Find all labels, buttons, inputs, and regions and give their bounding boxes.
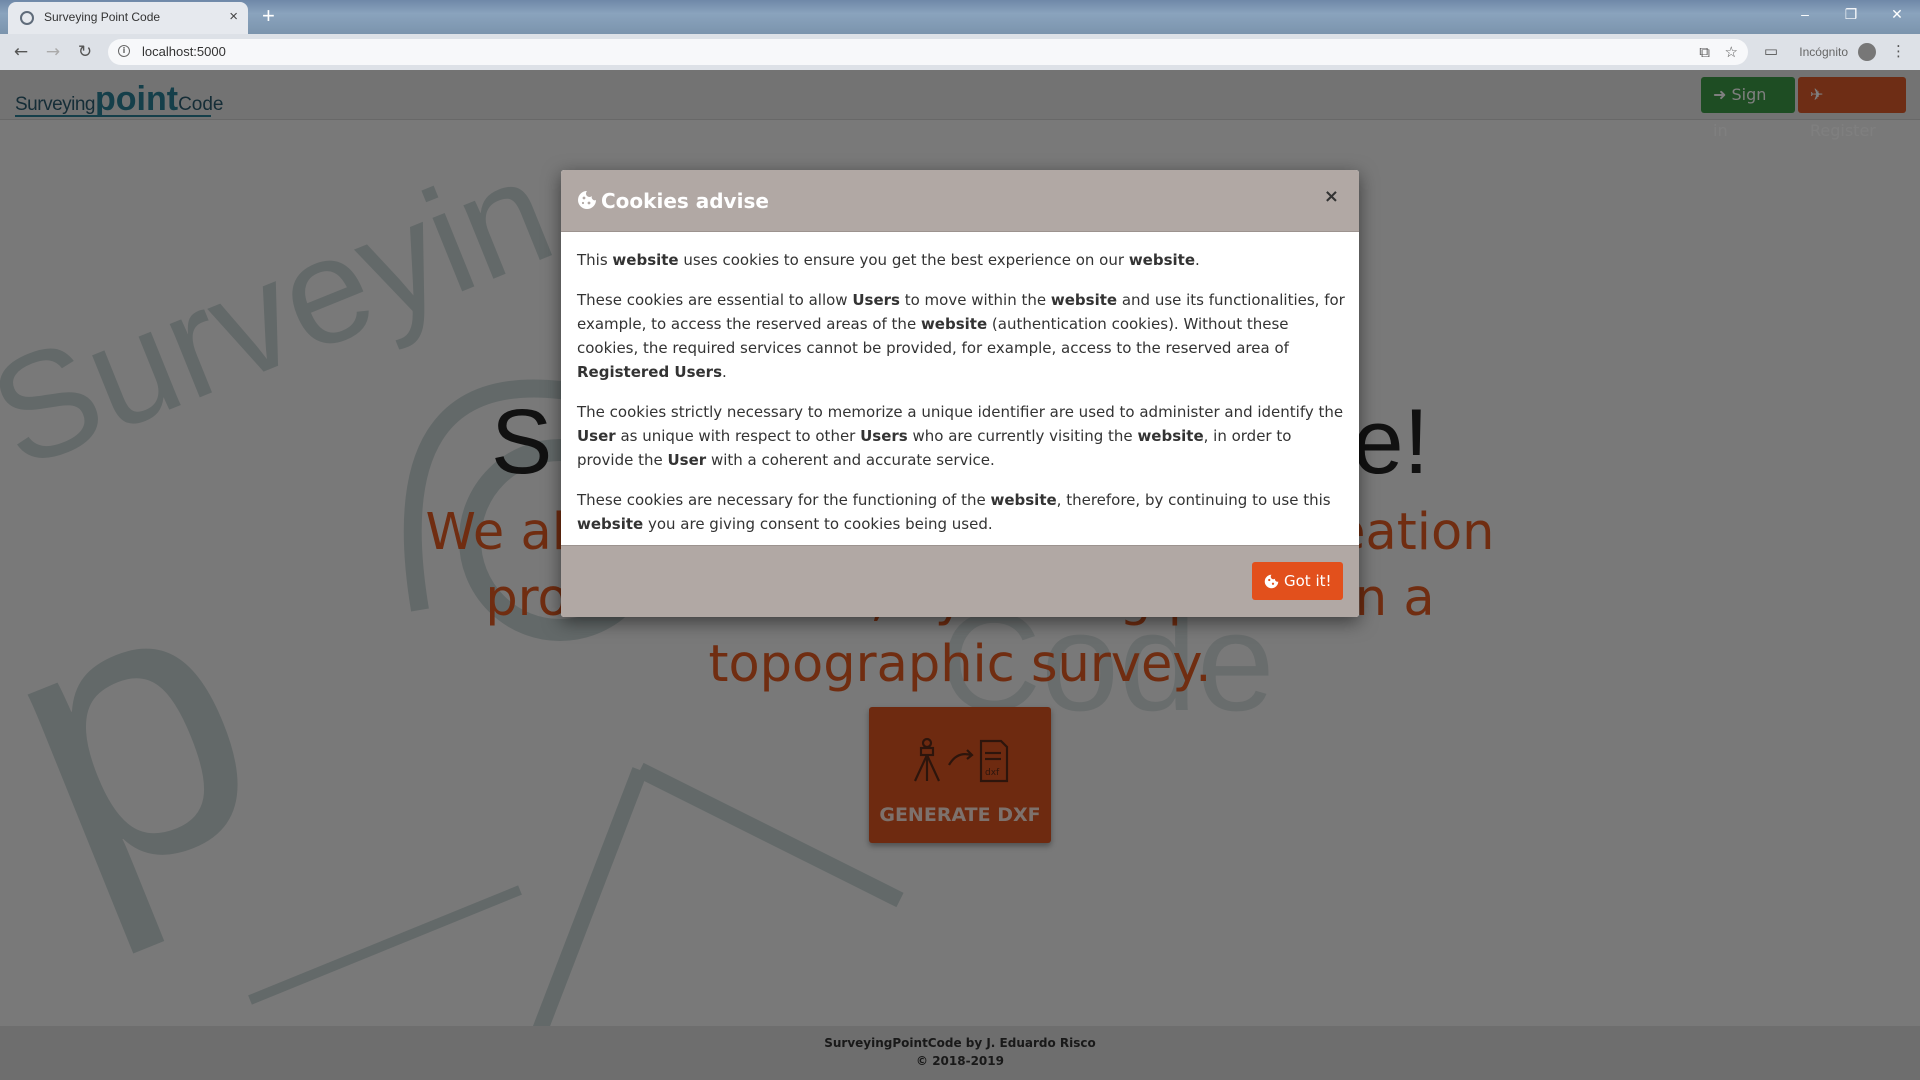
browser-tabstrip: Surveying Point Code × + – ❐ ✕ (0, 0, 1920, 34)
text-run: User (667, 451, 707, 469)
cast-icon[interactable]: ▭ (1764, 42, 1778, 60)
globe-icon (20, 11, 34, 25)
cookie-icon (578, 191, 596, 209)
text-run: The cookies strictly necessary to memori… (577, 403, 1344, 421)
bookmark-star-icon[interactable]: ☆ (1725, 43, 1738, 61)
text-run: website (577, 515, 644, 533)
got-it-label: Got it! (1284, 572, 1332, 590)
cookies-modal: Cookies advise × This website uses cooki… (561, 170, 1359, 617)
text-run: Users (860, 427, 908, 445)
text-run: These cookies are essential to allow (577, 291, 853, 309)
text-run: with a coherent and accurate service. (706, 451, 995, 469)
text-run: you are giving consent to cookies being … (643, 515, 993, 533)
got-it-button[interactable]: Got it! (1252, 562, 1343, 600)
back-arrow-icon[interactable]: ← (10, 41, 32, 63)
address-bar[interactable]: i localhost:5000 ⧉ ☆ (108, 39, 1748, 65)
tab-title: Surveying Point Code (44, 10, 161, 24)
browser-toolbar: ← → ↻ i localhost:5000 ⧉ ☆ ▭ Incógnito ⋮ (0, 34, 1920, 70)
text-run: Registered Users (577, 363, 723, 381)
url-text: localhost:5000 (142, 44, 226, 59)
tab-close-icon[interactable]: × (229, 8, 238, 26)
restore-button[interactable]: ❐ (1828, 0, 1874, 28)
modal-close-icon[interactable]: × (1324, 186, 1339, 207)
text-run: These cookies are necessary for the func… (577, 491, 991, 509)
minimize-button[interactable]: – (1782, 0, 1828, 28)
close-window-button[interactable]: ✕ (1874, 0, 1920, 28)
text-run: website (1137, 427, 1204, 445)
modal-body: This website uses cookies to ensure you … (577, 248, 1347, 552)
new-tab-button[interactable]: + (262, 4, 275, 28)
menu-kebab-icon[interactable]: ⋮ (1891, 42, 1906, 60)
incognito-label: Incógnito (1799, 45, 1848, 59)
text-run: who are currently visiting the (907, 427, 1138, 445)
window-controls: – ❐ ✕ (1782, 0, 1920, 30)
forward-arrow-icon[interactable]: → (42, 41, 64, 63)
cookie-paragraph: These cookies are essential to allow Use… (577, 288, 1347, 384)
cookie-paragraph: This website uses cookies to ensure you … (577, 248, 1347, 272)
text-run: . (1195, 251, 1200, 269)
text-run: Users (852, 291, 900, 309)
cookie-icon (1264, 574, 1279, 589)
text-run: website (1128, 251, 1195, 269)
text-run: website (1050, 291, 1118, 309)
cookie-paragraph: The cookies strictly necessary to memori… (577, 400, 1347, 472)
text-run: . (722, 363, 727, 381)
modal-title: Cookies advise (601, 189, 769, 213)
reload-icon[interactable]: ↻ (74, 41, 96, 63)
translate-icon[interactable]: ⧉ (1699, 43, 1710, 61)
text-run: User (577, 427, 616, 445)
browser-tab[interactable]: Surveying Point Code × (8, 2, 248, 34)
text-run: website (990, 491, 1057, 509)
text-run: This (577, 251, 613, 269)
text-run: website (612, 251, 679, 269)
site-info-icon[interactable]: i (118, 45, 130, 57)
modal-footer: Got it! (561, 545, 1359, 617)
cookie-paragraph: These cookies are necessary for the func… (577, 488, 1347, 536)
text-run: uses cookies to ensure you get the best … (678, 251, 1129, 269)
modal-header: Cookies advise × (561, 170, 1359, 232)
text-run: , therefore, by continuing to use this (1056, 491, 1331, 509)
page: Surveyin p Code Surveying point Code ➜ S… (0, 70, 1920, 1080)
incognito-avatar[interactable] (1858, 43, 1876, 61)
text-run: to move within the (899, 291, 1051, 309)
text-run: as unique with respect to other (615, 427, 861, 445)
text-run: website (920, 315, 988, 333)
